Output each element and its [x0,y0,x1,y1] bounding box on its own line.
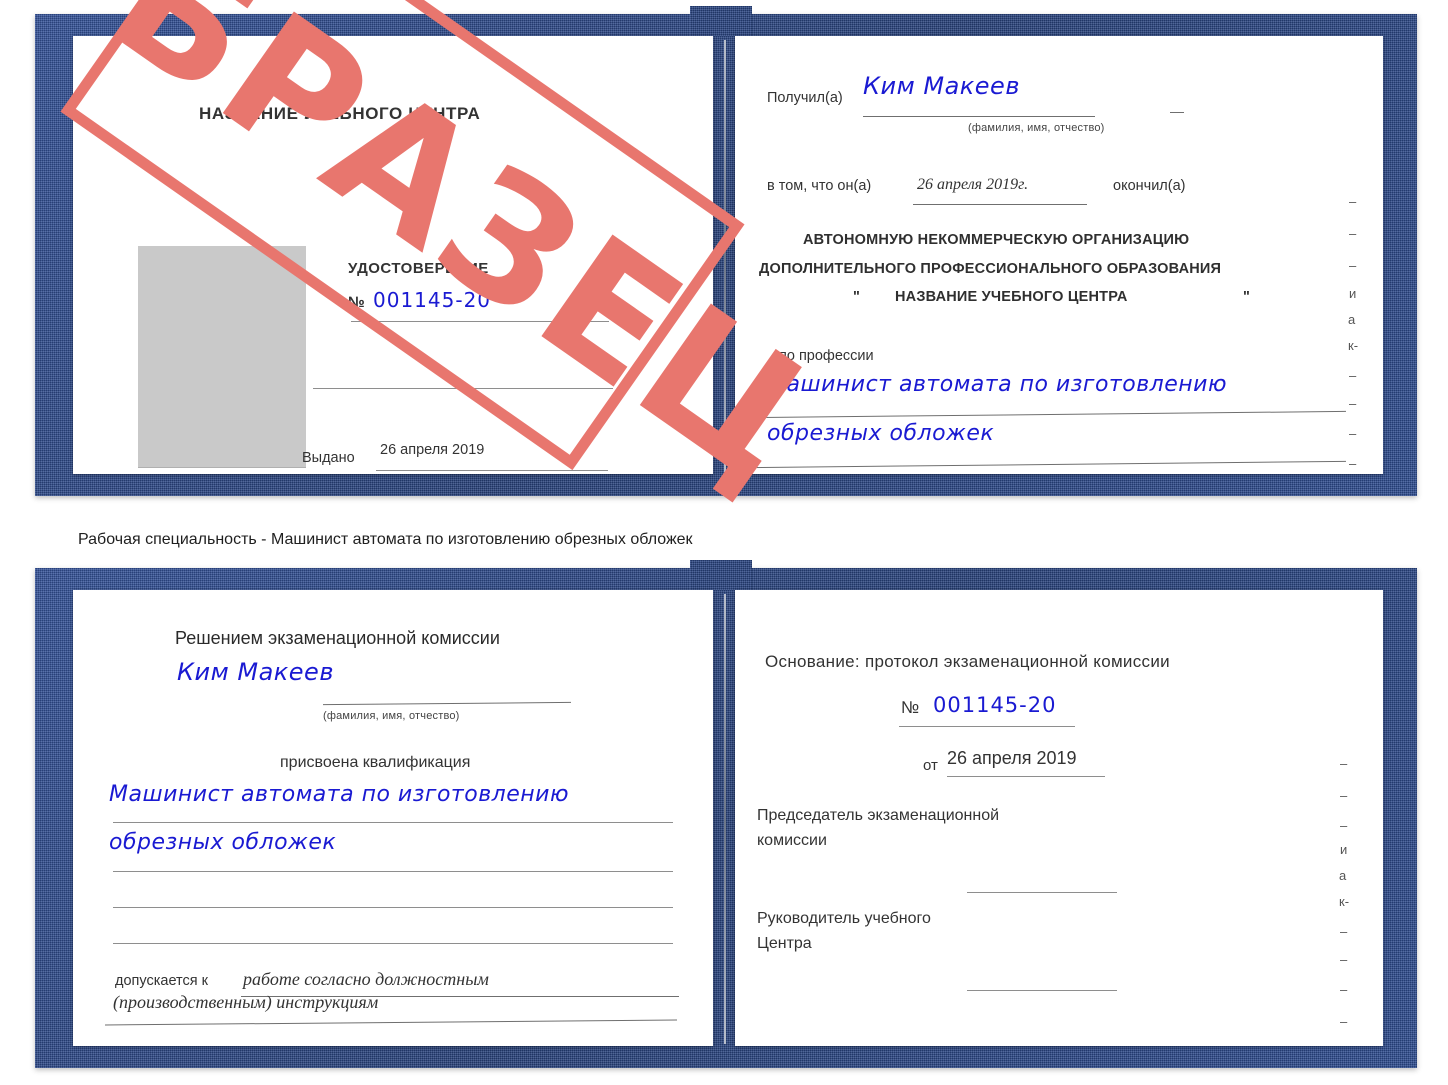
fio-hint-top: (фамилия, имя, отчество) [968,122,1105,134]
edge-glyph-9: – [1349,456,1357,471]
finished-label: окончил(а) [1113,178,1186,194]
completion-date-rule [913,204,1087,206]
received-rule [863,116,1095,118]
admitted-label: допускается к [115,973,208,989]
bottom-number-sign: № [901,698,920,717]
doc-type-label: УДОСТОВЕРЕНИЕ [348,260,489,277]
decision-header: Решением экзаменационной комиссии [175,628,500,648]
certificate-sample-page: НАЗВАНИЕ УЧЕБНОГО ЦЕНТРА УДОСТОВЕРЕНИЕ №… [0,0,1448,1085]
org-quote-close: " [1243,289,1251,305]
edge-glyph-3: и [1349,286,1357,301]
admitted-value-line-2: (производственным) инструкциям [113,992,379,1012]
edge-glyph-0: – [1349,194,1357,209]
qual-rule-4 [113,943,673,945]
qual-rule-2 [113,871,673,873]
profession-rule-2 [749,460,1346,469]
edge-glyph-b2: – [1340,818,1348,833]
page-caption: Рабочая специальность - Машинист автомат… [78,531,693,548]
completion-date-value: 26 апреля 2019г. [917,176,1029,193]
bottom-fold-line [724,594,726,1044]
bottom-right-page: Основание: протокол экзаменационной коми… [735,590,1383,1046]
received-label: Получил(а) [767,90,843,106]
org-line-1: АВТОНОМНУЮ НЕКОММЕРЧЕСКУЮ ОРГАНИЗАЦИЮ [803,232,1190,248]
head-line-1: Руководитель учебного [757,910,931,927]
spine-tab-bottom [690,560,752,590]
edge-glyph-b9: – [1340,1014,1348,1029]
top-fold-line [724,40,726,472]
number-sign-top-left: № [348,294,366,311]
admitted-value-line-1: работе согласно должностным [243,969,489,989]
head-line-2: Центра [757,935,812,952]
edge-glyph-b6: – [1340,924,1348,939]
certificate-top-book: НАЗВАНИЕ УЧЕБНОГО ЦЕНТРА УДОСТОВЕРЕНИЕ №… [35,6,1417,496]
from-date-value: 26 апреля 2019 [947,748,1077,768]
edge-glyph-1: – [1349,226,1357,241]
certificate-number-top-left: 001145-20 [373,288,492,312]
profession-label: по профессии [779,348,874,364]
profession-value-line-1: Машинист автомата по изготовлению [767,372,1227,397]
profession-rule-1 [753,410,1346,419]
top-right-page: Получил(а) Ким Макеев (фамилия, имя, отч… [735,36,1383,474]
org-header-top-left: НАЗВАНИЕ УЧЕБНОГО ЦЕНТРА [199,104,481,123]
basis-label: Основание: протокол экзаменационной коми… [765,652,1170,671]
chairman-signature-rule [967,892,1117,894]
edge-glyph-b1: – [1340,788,1348,803]
number-rule-top-left [351,321,609,323]
org-line-2: ДОПОЛНИТЕЛЬНОГО ПРОФЕССИОНАЛЬНОГО ОБРАЗО… [759,261,1222,277]
blank-rule-top-left-1 [313,388,613,390]
fio-hint-bottom: (фамилия, имя, отчество) [323,710,460,722]
edge-glyph-b5: к- [1339,894,1350,909]
edge-glyph-4: а [1348,312,1356,327]
received-name-value: Ким Макеев [863,72,1020,100]
chairman-line-2: комиссии [757,832,827,849]
top-left-page: НАЗВАНИЕ УЧЕБНОГО ЦЕНТРА УДОСТОВЕРЕНИЕ №… [73,36,713,474]
edge-glyph-b3: и [1340,842,1348,857]
edge-glyph-b0: – [1340,756,1348,771]
bottom-protocol-number: 001145-20 [933,693,1057,717]
admitted-rule-2 [105,1019,677,1026]
qual-rule-3 [113,907,673,909]
qualification-label: присвоена квалификация [280,754,471,771]
bottom-left-page: Решением экзаменационной комиссии Ким Ма… [73,590,713,1046]
issued-rule [376,470,608,472]
edge-glyph-2: – [1349,258,1357,273]
certificate-bottom-book: Решением экзаменационной комиссии Ким Ма… [35,560,1417,1068]
from-label: от [923,757,938,774]
head-signature-rule [967,990,1117,992]
org-quote-open: " [853,289,861,305]
edge-glyph-7: – [1349,396,1357,411]
bottom-name-value: Ким Макеев [177,658,334,686]
received-rule-right-stub [1170,112,1184,114]
spine-tab-top [690,6,752,36]
bottom-number-rule [899,726,1075,728]
edge-glyph-8: – [1349,426,1357,441]
qualification-value-line-2: обрезных обложек [109,830,337,855]
edge-glyph-5: к- [1348,338,1359,353]
in-that-label: в том, что он(а) [767,178,872,194]
qualification-value-line-1: Машинист автомата по изготовлению [109,782,569,807]
edge-glyph-b7: – [1340,952,1348,967]
photo-placeholder [138,246,306,468]
issued-date-value: 26 апреля 2019 [380,442,485,458]
edge-glyph-b8: – [1340,982,1348,997]
edge-glyph-b4: а [1339,868,1347,883]
edge-glyph-6: – [1349,368,1357,383]
profession-value-line-2: обрезных обложек [767,421,995,446]
chairman-line-1: Председатель экзаменационной [757,807,1000,824]
issued-label: Выдано [302,450,355,466]
qual-rule-1 [113,822,673,824]
from-date-rule [947,776,1105,778]
bottom-name-rule [322,701,572,706]
org-line-3: НАЗВАНИЕ УЧЕБНОГО ЦЕНТРА [895,289,1128,305]
